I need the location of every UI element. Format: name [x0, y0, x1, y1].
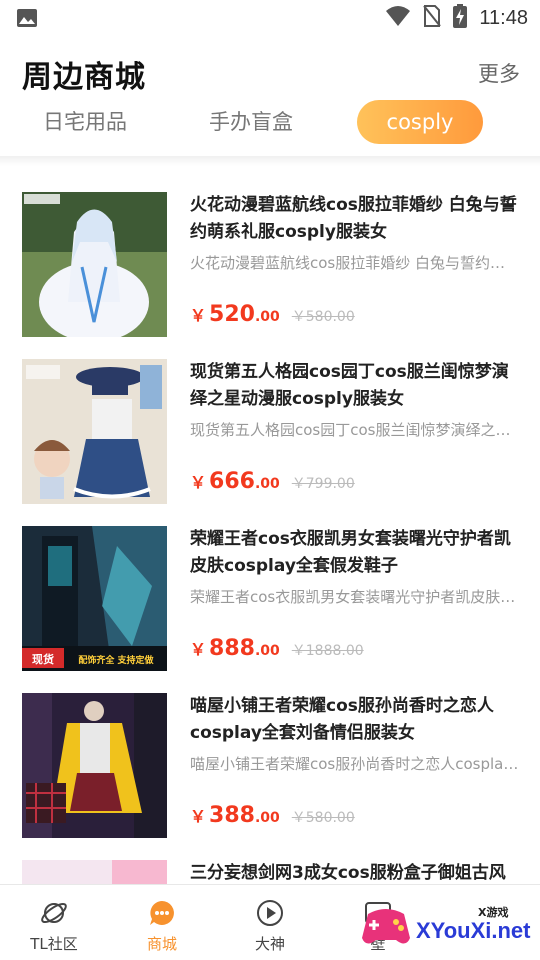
product-image[interactable]	[22, 192, 167, 337]
tab-cosply[interactable]: cosply	[357, 100, 483, 144]
gallery-notification-icon	[16, 8, 38, 28]
product-image[interactable]	[22, 693, 167, 838]
price-row: ￥ 520 .00 ￥580.00	[190, 302, 355, 332]
nav-item-shop[interactable]: 商城	[108, 885, 216, 960]
product-image[interactable]: 现货 配饰齐全 支持定做	[22, 526, 167, 671]
price-symbol: ￥	[190, 807, 207, 826]
watermark: X游戏 XYouXi.net	[360, 902, 531, 952]
product-image[interactable]	[22, 359, 167, 504]
product-item[interactable]: 三分妄想剑网3成女cos服粉盒子御姐古风	[0, 856, 540, 884]
price-symbol: ￥	[190, 306, 207, 325]
gamepad-logo-icon	[362, 909, 410, 944]
wifi-icon	[385, 5, 411, 31]
watermark-text: XYouXi.net	[416, 918, 531, 943]
product-description: 喵屋小铺王者荣耀cos服孙尚香时之恋人cosplay全套刘备情侣服装女	[190, 755, 520, 773]
price-current: 520	[209, 302, 255, 327]
price-current: 666	[209, 469, 255, 494]
more-link[interactable]: 更多	[478, 58, 520, 88]
clock-time: 11:48	[479, 6, 528, 29]
nav-label: TL社区	[30, 935, 78, 953]
play-circle-icon	[256, 899, 284, 927]
product-title[interactable]: 喵屋小铺王者荣耀cos服孙尚香时之恋人cosplay全套刘备情侣服装女	[190, 693, 520, 747]
product-title[interactable]: 现货第五人格园cos园丁cos服兰闺惊梦演绎之星动漫服cosply服装女	[190, 359, 520, 413]
tab-daily-goods[interactable]: 日宅用品	[30, 100, 140, 144]
price-symbol: ￥	[190, 640, 207, 659]
planet-icon	[40, 899, 68, 927]
price-decimal: .00	[254, 810, 280, 826]
price-original: ￥580.00	[291, 309, 355, 325]
product-title[interactable]: 荣耀王者cos衣服凯男女套装曙光守护者凯皮肤cosplay全套假发鞋子	[190, 526, 520, 580]
price-current: 388	[209, 803, 255, 828]
price-current: 888	[209, 636, 255, 661]
product-item[interactable]: 喵屋小铺王者荣耀cos服孙尚香时之恋人cosplay全套刘备情侣服装女 喵屋小铺…	[0, 689, 540, 839]
price-decimal: .00	[254, 643, 280, 659]
price-original: ￥580.00	[291, 810, 355, 826]
nav-label: 大神	[254, 935, 285, 953]
product-title[interactable]: 火花动漫碧蓝航线cos服拉菲婚纱 白兔与誓约萌系礼服cosply服装女	[190, 192, 520, 246]
battery-charging-icon	[453, 4, 468, 32]
price-original: ￥799.00	[291, 476, 355, 492]
product-title[interactable]: 三分妄想剑网3成女cos服粉盒子御姐古风	[190, 860, 520, 884]
product-description: 荣耀王者cos衣服凯男女套装曙光守护者凯皮肤cosplay全套假发鞋子	[190, 588, 520, 606]
thumb-caption: 配饰齐全 支持定做	[78, 654, 154, 666]
product-description: 现货第五人格园cos园丁cos服兰闺惊梦演绎之星动漫服cosply服装女	[190, 421, 520, 439]
header: 周边商城 更多	[0, 36, 540, 106]
price-row: ￥ 666 .00 ￥799.00	[190, 469, 355, 499]
price-row: ￥ 888 .00 ￥1888.00	[190, 636, 364, 666]
price-decimal: .00	[254, 476, 280, 492]
chat-bubble-icon	[148, 899, 176, 927]
tabs-divider	[0, 156, 540, 166]
product-item[interactable]: 现货 配饰齐全 支持定做 荣耀王者cos衣服凯男女套装曙光守护者凯皮肤cospl…	[0, 522, 540, 672]
nav-label: 商城	[146, 935, 177, 953]
category-tabs: 日宅用品 手办盲盒 cosply	[0, 100, 540, 156]
price-original: ￥1888.00	[291, 643, 364, 659]
no-sim-icon	[423, 4, 442, 32]
tab-figures-blindbox[interactable]: 手办盲盒	[196, 100, 306, 144]
product-description: 火花动漫碧蓝航线cos服拉菲婚纱 白兔与誓约萌系礼服cosply服装女	[190, 254, 520, 272]
product-item[interactable]: 火花动漫碧蓝航线cos服拉菲婚纱 白兔与誓约萌系礼服cosply服装女 火花动漫…	[0, 188, 540, 338]
nav-item-masters[interactable]: 大神	[216, 885, 324, 960]
thumb-badge: 现货	[32, 652, 54, 666]
price-decimal: .00	[254, 309, 280, 325]
nav-item-tl-community[interactable]: TL社区	[0, 885, 108, 960]
price-symbol: ￥	[190, 473, 207, 492]
product-item[interactable]: 现货第五人格园cos园丁cos服兰闺惊梦演绎之星动漫服cosply服装女 现货第…	[0, 355, 540, 505]
page-title: 周边商城	[22, 60, 146, 95]
status-bar: 11:48	[0, 0, 540, 36]
product-image[interactable]	[22, 860, 167, 884]
price-row: ￥ 388 .00 ￥580.00	[190, 803, 355, 833]
